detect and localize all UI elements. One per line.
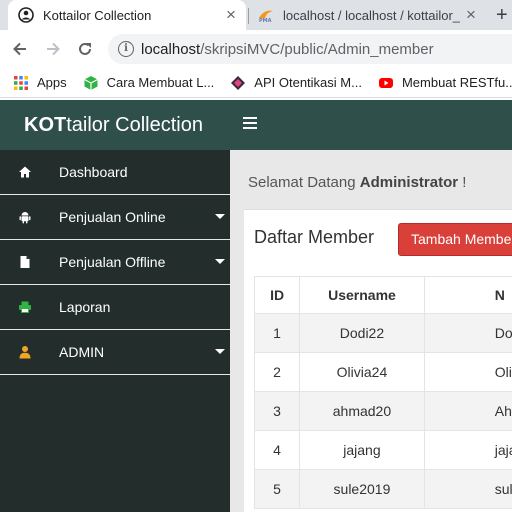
welcome-prefix: Selamat Datang	[248, 174, 360, 191]
cell-name-text: jajang	[494, 442, 512, 458]
bookmark-label: Apps	[37, 75, 67, 90]
back-arrow-icon[interactable]	[8, 38, 32, 60]
sidebar-item-label: Penjualan Online	[59, 209, 166, 225]
printer-icon	[19, 301, 31, 313]
bookmark-cara-membuat[interactable]: Cara Membuat L...	[83, 75, 215, 91]
cell-username: sule2019	[299, 469, 425, 509]
add-member-button[interactable]: Tambah Member	[398, 223, 512, 256]
cell-name-text: sule	[494, 481, 512, 497]
bookmark-api-otentikasi[interactable]: API Otentikasi M...	[230, 75, 362, 91]
welcome-user: Administrator	[359, 174, 459, 191]
apps-grid-icon	[14, 75, 28, 90]
cell-id: 1	[253, 313, 301, 353]
sidebar: Dashboard Penjualan Online Penjualan Off…	[0, 150, 230, 512]
bookmark-label: Membuat RESTfu...	[401, 75, 512, 90]
welcome-message: Selamat Datang Administrator !	[248, 174, 466, 191]
tab-kottailor[interactable]: Kottailor Collection ×	[8, 0, 246, 30]
table-row[interactable]: 2 Olivia24 Olivia	[253, 352, 512, 392]
app-header: KOTtailor Collection	[0, 100, 512, 150]
svg-text:PMA: PMA	[259, 18, 272, 23]
tab-divider	[248, 8, 249, 24]
file-icon	[20, 256, 30, 268]
cell-name: Do	[423, 313, 512, 353]
column-header-name-text: N	[494, 287, 505, 303]
column-header-username[interactable]: Username	[299, 276, 425, 314]
card-title: Daftar Member	[254, 227, 375, 247]
forward-arrow-icon[interactable]	[41, 38, 65, 60]
cell-name-text: Do	[494, 325, 512, 341]
cell-id: 4	[253, 430, 301, 470]
sidebar-item-label: Laporan	[59, 299, 111, 315]
url-host: localhost	[141, 40, 201, 58]
user-icon	[19, 346, 31, 359]
cell-name: jajang	[423, 430, 512, 470]
table-row[interactable]: 1 Dodi22 Do	[253, 313, 512, 353]
browser-toolbar: i localhost /skripsiMVC/public/Admin_mem…	[0, 30, 512, 68]
bookmark-label: API Otentikasi M...	[254, 75, 362, 90]
sidebar-item-label: ADMIN	[59, 344, 105, 360]
cell-username: Dodi22	[299, 313, 425, 353]
table-row[interactable]: 5 sule2019 sule	[253, 469, 512, 509]
brand-logo[interactable]: KOTtailor Collection	[24, 100, 203, 150]
new-tab-button[interactable]: +	[496, 0, 508, 30]
info-icon[interactable]: i	[118, 41, 134, 57]
brand-rest: tailor Collection	[66, 114, 203, 136]
caret-down-icon	[215, 259, 225, 264]
cell-name-text: Ahm	[494, 403, 512, 419]
sidebar-item-penjualan-online[interactable]: Penjualan Online	[0, 195, 230, 240]
column-header-id[interactable]: ID	[253, 276, 301, 314]
bookmark-membuat-restful[interactable]: Membuat RESTfu...	[378, 75, 512, 91]
table-row[interactable]: 4 jajang jajang	[253, 430, 512, 470]
main-content: Selamat Datang Administrator ! Daftar Me…	[230, 150, 512, 512]
tab-title: localhost / localhost / kottailor_	[283, 7, 460, 23]
close-tab-icon[interactable]: ×	[460, 5, 482, 25]
member-table: ID Username N 1 Dodi22 Do 2 Olivia24 Oli…	[253, 276, 512, 509]
column-header-name[interactable]: N	[423, 276, 512, 314]
sidebar-item-label: Dashboard	[59, 164, 128, 180]
member-card: Daftar Member Tambah Member ID Username …	[244, 209, 512, 512]
bookmark-label: Cara Membuat L...	[106, 75, 215, 90]
home-icon	[19, 166, 31, 178]
brand-bold: KOT	[24, 114, 67, 136]
address-bar[interactable]: i localhost /skripsiMVC/public/Admin_mem…	[108, 34, 512, 64]
table-header-row: ID Username N	[253, 276, 512, 314]
url-path: /skripsiMVC/public/Admin_member	[200, 40, 434, 58]
cell-username: ahmad20	[299, 391, 425, 431]
cell-name: sule	[423, 469, 512, 509]
caret-down-icon	[215, 214, 225, 219]
hamburger-menu-icon[interactable]	[243, 117, 257, 131]
cell-id: 3	[253, 391, 301, 431]
table-row[interactable]: 3 ahmad20 Ahm	[253, 391, 512, 431]
sidebar-item-penjualan-offline[interactable]: Penjualan Offline	[0, 240, 230, 285]
caret-down-icon	[215, 349, 225, 354]
phpmyadmin-icon: PMA	[259, 10, 273, 23]
dark-diamond-icon	[231, 75, 246, 90]
green-cube-icon	[83, 75, 98, 90]
cell-username: jajang	[299, 430, 425, 470]
tab-phpmyadmin[interactable]: PMA localhost / localhost / kottailor_ ×	[250, 0, 486, 30]
reload-icon[interactable]	[73, 38, 97, 60]
tab-title: Kottailor Collection	[43, 7, 152, 23]
cell-username: Olivia24	[299, 352, 425, 392]
sidebar-item-dashboard[interactable]: Dashboard	[0, 150, 230, 195]
close-tab-icon[interactable]: ×	[220, 5, 242, 25]
browser-tab-bar: Kottailor Collection × PMA localhost / l…	[0, 0, 512, 30]
cell-name: Ahm	[423, 391, 512, 431]
android-icon	[19, 212, 31, 224]
sidebar-item-label: Penjualan Offline	[59, 254, 166, 270]
welcome-suffix: !	[458, 174, 467, 191]
youtube-icon	[378, 77, 393, 88]
cell-name: Olivia	[423, 352, 512, 392]
sidebar-item-laporan[interactable]: Laporan	[0, 285, 230, 330]
cell-name-text: Olivia	[494, 364, 512, 380]
cell-id: 5	[253, 469, 301, 509]
sidebar-item-admin[interactable]: ADMIN	[0, 330, 230, 375]
globe-person-icon	[18, 7, 34, 23]
bookmarks-bar: Apps Cara Membuat L... API Otentikasi M.…	[0, 68, 512, 98]
cell-id: 2	[253, 352, 301, 392]
bookmark-apps[interactable]: Apps	[13, 75, 67, 91]
